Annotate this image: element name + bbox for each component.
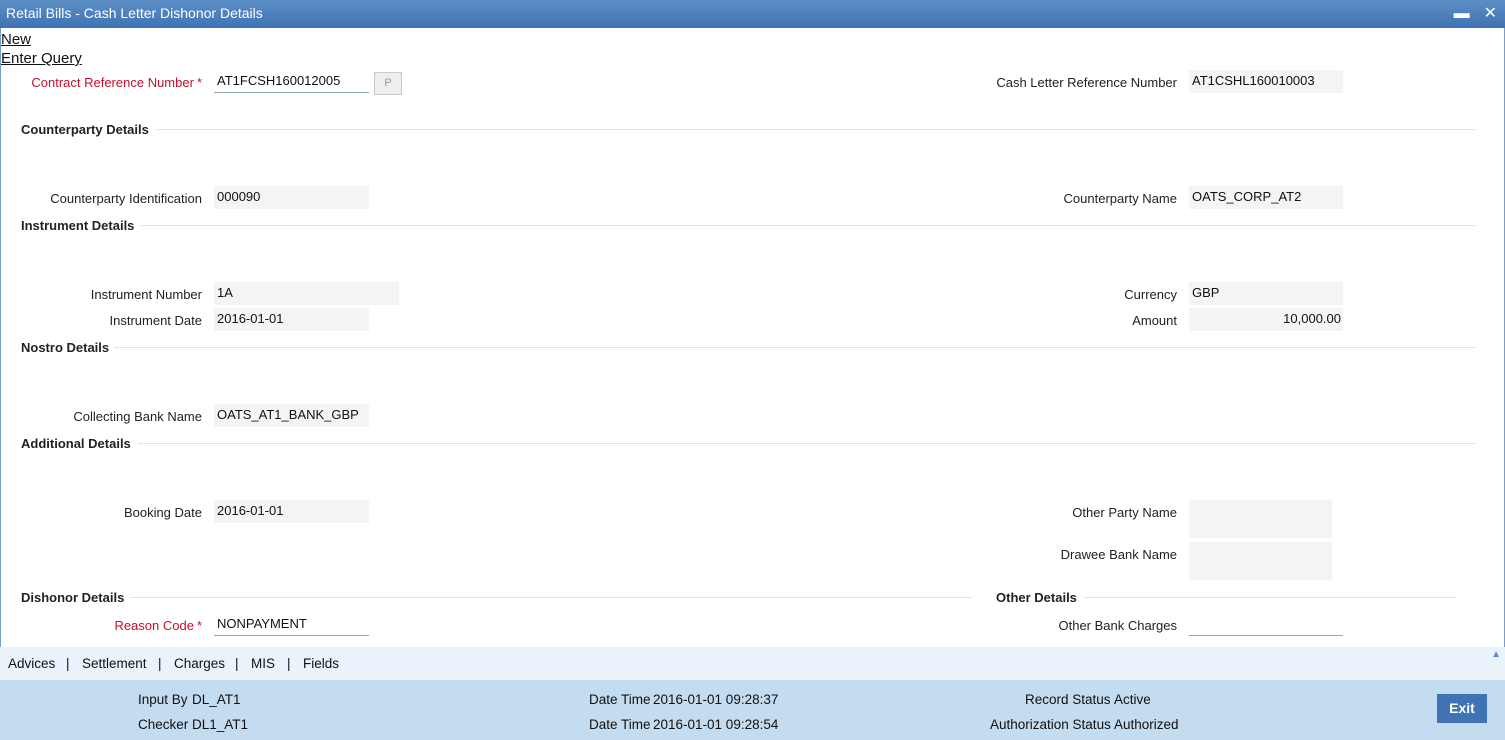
p-button[interactable]: P — [374, 72, 402, 95]
scroll-up-icon[interactable]: ▲ — [1491, 649, 1501, 660]
amount-label: Amount — [1132, 313, 1177, 328]
additional-divider — [138, 443, 1476, 444]
instrument-number-field[interactable]: 1A — [214, 282, 399, 305]
window-title-bar: Retail Bills - Cash Letter Dishonor Deta… — [0, 0, 1505, 28]
counterparty-divider — [156, 129, 1476, 130]
contract-ref-label: Contract Reference Number * — [31, 75, 202, 90]
other-party-name-label: Other Party Name — [1072, 505, 1177, 520]
dishonor-divider — [130, 597, 972, 598]
other-party-name-field[interactable] — [1189, 500, 1332, 538]
instrument-divider — [140, 225, 1476, 226]
instrument-number-label: Instrument Number — [90, 287, 202, 302]
tab-charges[interactable]: Charges — [174, 656, 225, 671]
other-bank-charges-label: Other Bank Charges — [1058, 618, 1177, 633]
nostro-section-heading: Nostro Details — [21, 340, 110, 355]
audit-footer: Input By DL_AT1 Checker DL1_AT1 Date Tim… — [0, 680, 1505, 740]
additional-section-heading: Additional Details — [21, 436, 131, 451]
counterparty-name-label: Counterparty Name — [1063, 191, 1177, 206]
drawee-bank-name-label: Drawee Bank Name — [1060, 547, 1177, 562]
booking-date-label: Booking Date — [123, 505, 202, 520]
tab-separator: | — [235, 656, 239, 671]
input-datetime-value: 2016-01-01 09:28:37 — [653, 692, 779, 707]
booking-date-field[interactable]: 2016-01-01 — [214, 500, 369, 523]
checker-value: DL1_AT1 — [192, 717, 249, 732]
input-by-label: Input By — [138, 692, 188, 707]
auth-status-label: Authorization Status — [990, 717, 1111, 732]
new-link[interactable]: New — [1, 31, 31, 48]
cash-letter-ref-field[interactable]: AT1CSHL160010003 — [1189, 70, 1343, 93]
other-details-divider — [1084, 597, 1456, 598]
tab-separator: | — [287, 656, 291, 671]
window-title: Retail Bills - Cash Letter Dishonor Deta… — [6, 5, 263, 21]
drawee-bank-name-field[interactable] — [1189, 542, 1332, 580]
counterparty-id-field[interactable]: 000090 — [214, 186, 369, 209]
counterparty-section-heading: Counterparty Details — [21, 122, 149, 137]
record-status-label: Record Status — [1025, 692, 1111, 707]
cash-letter-ref-label: Cash Letter Reference Number — [996, 75, 1177, 90]
instrument-date-label: Instrument Date — [109, 313, 203, 328]
exit-button[interactable]: Exit — [1437, 694, 1487, 723]
tab-separator: | — [158, 656, 162, 671]
tab-mis[interactable]: MIS — [251, 656, 275, 671]
input-datetime-label: Date Time — [589, 692, 651, 707]
tab-advices[interactable]: Advices — [8, 656, 55, 671]
checker-datetime-label: Date Time — [589, 717, 651, 732]
enter-query-link[interactable]: Enter Query — [1, 50, 82, 67]
auth-status-value: Authorized — [1114, 717, 1179, 732]
currency-label: Currency — [1124, 287, 1177, 302]
amount-field[interactable]: 10,000.00 — [1189, 308, 1343, 331]
record-status-value: Active — [1114, 692, 1151, 707]
nostro-divider — [114, 347, 1476, 348]
contract-ref-field[interactable]: AT1FCSH160012005 — [214, 70, 369, 93]
collecting-bank-label: Collecting Bank Name — [73, 409, 202, 424]
tab-settlement[interactable]: Settlement — [82, 656, 147, 671]
currency-field[interactable]: GBP — [1189, 282, 1343, 305]
tab-fields[interactable]: Fields — [303, 656, 339, 671]
other-bank-charges-field[interactable] — [1189, 613, 1343, 636]
close-icon[interactable]: ✕ — [1484, 0, 1497, 27]
counterparty-name-field[interactable]: OATS_CORP_AT2 — [1189, 186, 1343, 209]
subsystem-tabs: Advices | Settlement | Charges | MIS | F… — [0, 647, 1505, 680]
checker-datetime-value: 2016-01-01 09:28:54 — [653, 717, 779, 732]
instrument-section-heading: Instrument Details — [21, 218, 135, 233]
collecting-bank-field[interactable]: OATS_AT1_BANK_GBP — [214, 404, 369, 427]
tab-separator: | — [66, 656, 70, 671]
checker-label: Checker — [138, 717, 189, 732]
reason-code-field[interactable]: NONPAYMENT — [214, 613, 369, 636]
input-by-value: DL_AT1 — [192, 692, 241, 707]
minimize-icon[interactable]: ▬ — [1454, 0, 1470, 27]
instrument-date-field[interactable]: 2016-01-01 — [214, 308, 369, 331]
reason-code-label: Reason Code * — [114, 618, 202, 633]
dishonor-section-heading: Dishonor Details — [21, 590, 125, 605]
other-details-section-heading: Other Details — [996, 590, 1077, 605]
counterparty-id-label: Counterparty Identification — [50, 191, 202, 206]
